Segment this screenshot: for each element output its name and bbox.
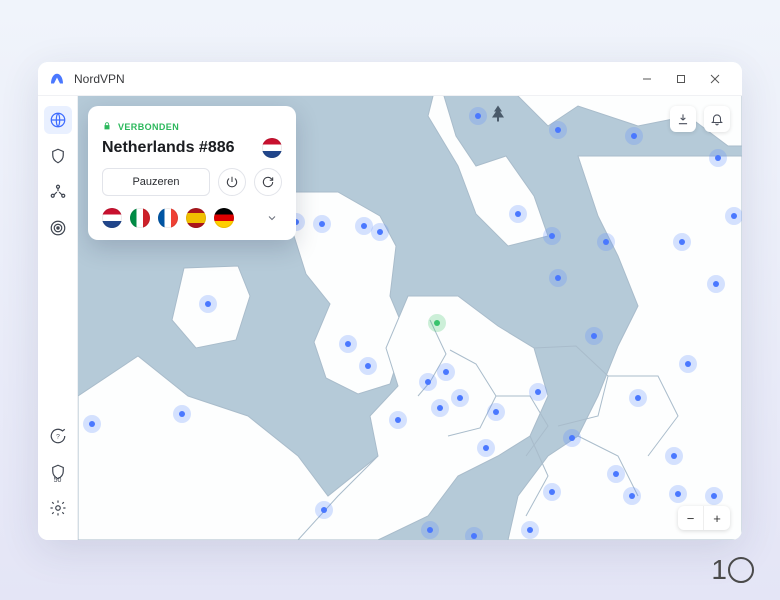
server-dot[interactable] — [431, 399, 449, 417]
server-dot-connected[interactable] — [428, 314, 446, 332]
server-dot[interactable] — [451, 389, 469, 407]
zoom-out-button[interactable]: − — [678, 506, 704, 530]
server-dot[interactable] — [673, 233, 691, 251]
server-dot[interactable] — [315, 501, 333, 519]
server-dot[interactable] — [665, 447, 683, 465]
server-dot[interactable] — [585, 327, 603, 345]
chevron-down-icon[interactable] — [262, 208, 282, 228]
server-dot[interactable] — [597, 233, 615, 251]
sidebar-shield-icon[interactable] — [44, 142, 72, 170]
app-window: NordVPN ? — [38, 62, 742, 540]
server-dot[interactable] — [607, 465, 625, 483]
recent-flag-nl[interactable] — [102, 208, 122, 228]
zoom-in-button[interactable]: + — [704, 506, 730, 530]
connection-card: VERBONDEN Netherlands #886 Pauzeren — [88, 106, 296, 240]
maximize-button[interactable] — [664, 62, 698, 96]
server-dot[interactable] — [371, 223, 389, 241]
tree-marker-icon — [491, 106, 505, 127]
recent-flag-de[interactable] — [214, 208, 234, 228]
refresh-button[interactable] — [254, 168, 282, 196]
recent-flag-fr[interactable] — [158, 208, 178, 228]
server-dot[interactable] — [679, 355, 697, 373]
server-dot[interactable] — [419, 373, 437, 391]
close-button[interactable] — [698, 62, 732, 96]
server-dot[interactable] — [437, 363, 455, 381]
sidebar-settings-icon[interactable] — [44, 494, 72, 522]
server-dot[interactable] — [625, 127, 643, 145]
zoom-control: − + — [678, 506, 730, 530]
server-dot[interactable] — [629, 389, 647, 407]
server-name: Netherlands #886 — [102, 139, 235, 157]
server-dot[interactable] — [389, 411, 407, 429]
sidebar-mesh-icon[interactable] — [44, 178, 72, 206]
bell-icon[interactable] — [704, 106, 730, 132]
recent-flag-it[interactable] — [130, 208, 150, 228]
pause-button[interactable]: Pauzeren — [102, 168, 210, 196]
server-dot[interactable] — [529, 383, 547, 401]
server-dot[interactable] — [543, 483, 561, 501]
sidebar: ? 50 — [38, 96, 78, 540]
server-dot[interactable] — [623, 487, 641, 505]
server-dot[interactable] — [487, 403, 505, 421]
recent-flag-es[interactable] — [186, 208, 206, 228]
nordvpn-logo-icon — [48, 70, 66, 88]
server-dot[interactable] — [549, 269, 567, 287]
sidebar-speed-shield-icon[interactable]: 50 — [44, 458, 72, 486]
download-icon[interactable] — [670, 106, 696, 132]
server-dot[interactable] — [359, 357, 377, 375]
window-title: NordVPN — [74, 72, 630, 86]
lock-icon — [102, 118, 112, 136]
minimize-button[interactable] — [630, 62, 664, 96]
server-dot[interactable] — [421, 521, 439, 539]
svg-text:?: ? — [56, 433, 60, 440]
sidebar-help-icon[interactable]: ? — [44, 422, 72, 450]
page-brand: 1 — [711, 554, 754, 586]
recent-countries-row — [102, 208, 282, 228]
server-dot[interactable] — [725, 207, 742, 225]
server-dot[interactable] — [199, 295, 217, 313]
server-dot[interactable] — [707, 275, 725, 293]
server-dot[interactable] — [465, 527, 483, 540]
server-dot[interactable] — [313, 215, 331, 233]
flag-nl-icon — [262, 138, 282, 158]
status-label: VERBONDEN — [118, 122, 179, 132]
sidebar-globe-icon[interactable] — [44, 106, 72, 134]
server-dot[interactable] — [563, 429, 581, 447]
server-dot[interactable] — [705, 487, 723, 505]
server-dot[interactable] — [543, 227, 561, 245]
server-dot[interactable] — [669, 485, 687, 503]
server-dot[interactable] — [477, 439, 495, 457]
server-dot[interactable] — [173, 405, 191, 423]
server-dot[interactable] — [549, 121, 567, 139]
server-dot[interactable] — [83, 415, 101, 433]
server-dot[interactable] — [469, 107, 487, 125]
server-dot[interactable] — [339, 335, 357, 353]
zero-icon — [728, 557, 754, 583]
speed-badge-value: 50 — [54, 477, 62, 484]
power-button[interactable] — [218, 168, 246, 196]
sidebar-radar-icon[interactable] — [44, 214, 72, 242]
titlebar: NordVPN — [38, 62, 742, 96]
map[interactable]: − + VERBONDEN Netherlands #886 Pauzeren — [78, 96, 742, 540]
server-dot[interactable] — [521, 521, 539, 539]
server-dot[interactable] — [509, 205, 527, 223]
server-dot[interactable] — [709, 149, 727, 167]
